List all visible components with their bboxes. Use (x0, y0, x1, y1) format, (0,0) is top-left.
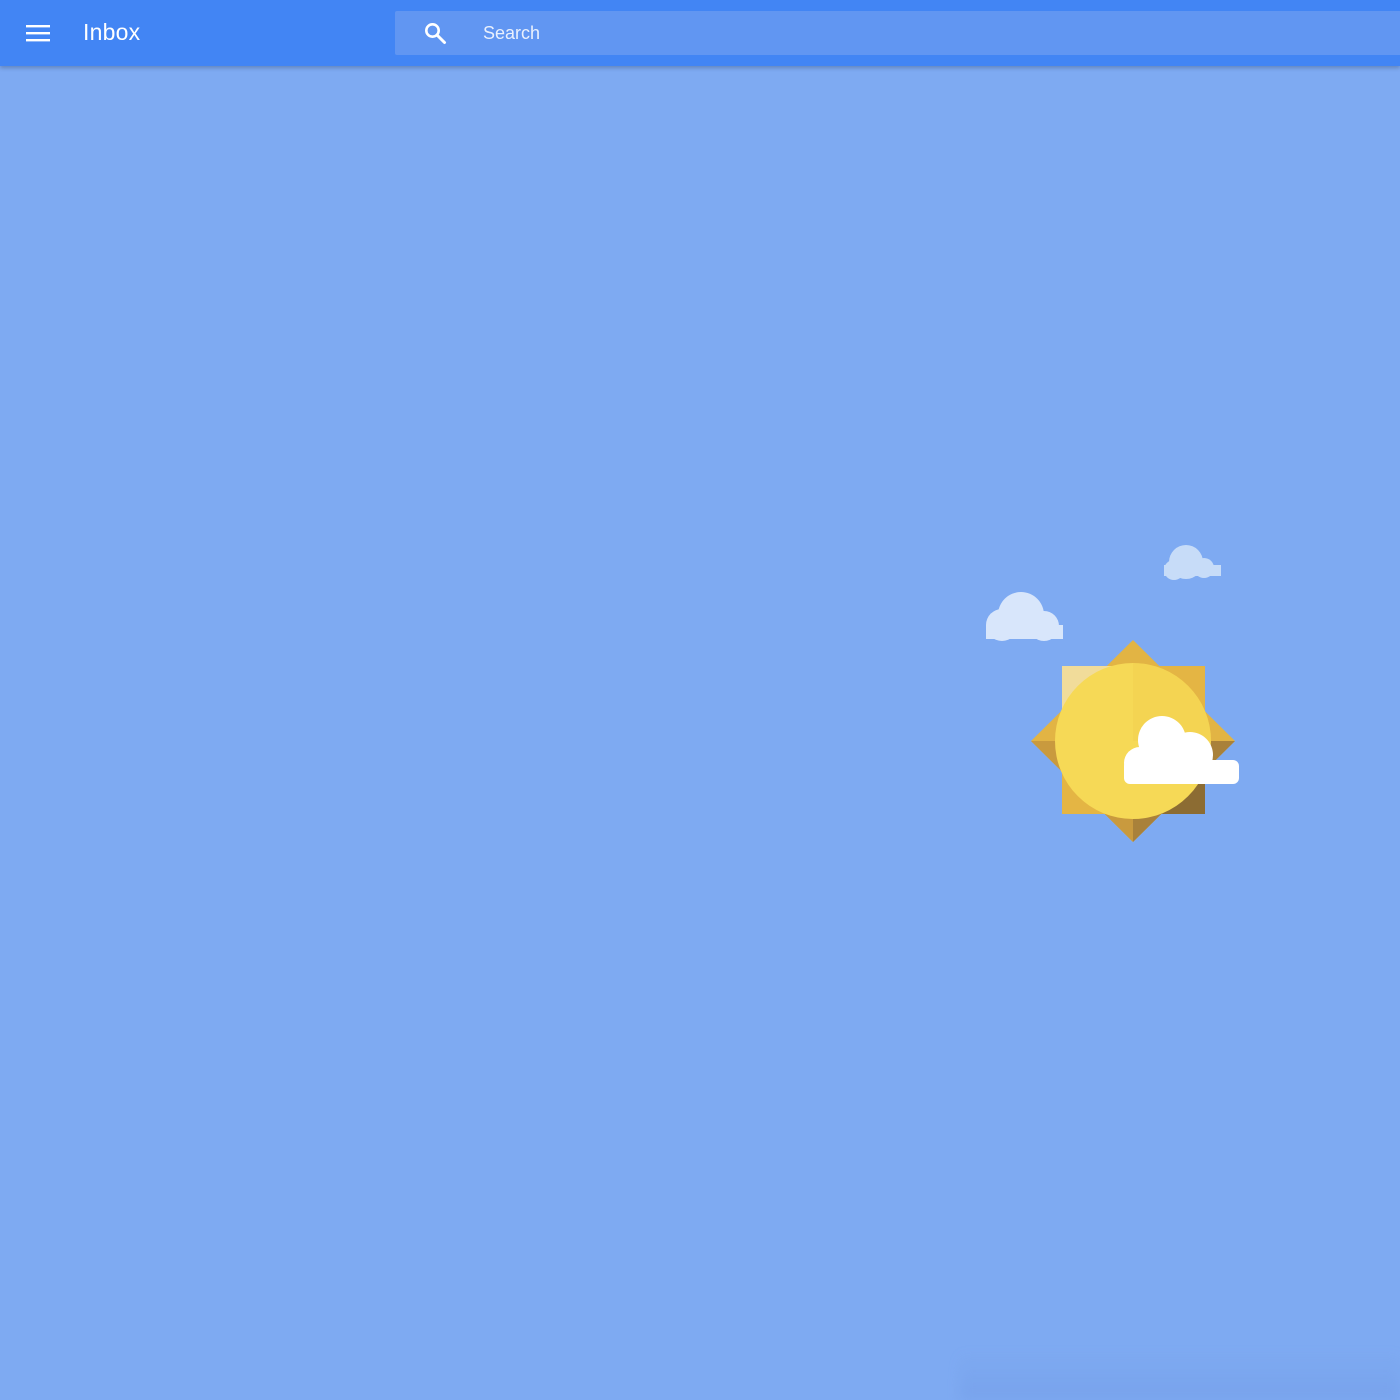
app-header: Inbox (0, 0, 1400, 66)
cloud-icon (986, 592, 1063, 641)
menu-icon (26, 25, 50, 42)
main-menu-button[interactable] (18, 13, 58, 53)
sun-with-clouds-illustration (980, 535, 1250, 855)
search-bar[interactable] (395, 11, 1400, 55)
search-input[interactable] (483, 11, 1383, 55)
bottom-shadow (960, 1352, 1400, 1400)
small-cloud-icon (1164, 545, 1221, 580)
search-icon[interactable] (423, 21, 447, 45)
page-title: Inbox (83, 19, 141, 45)
